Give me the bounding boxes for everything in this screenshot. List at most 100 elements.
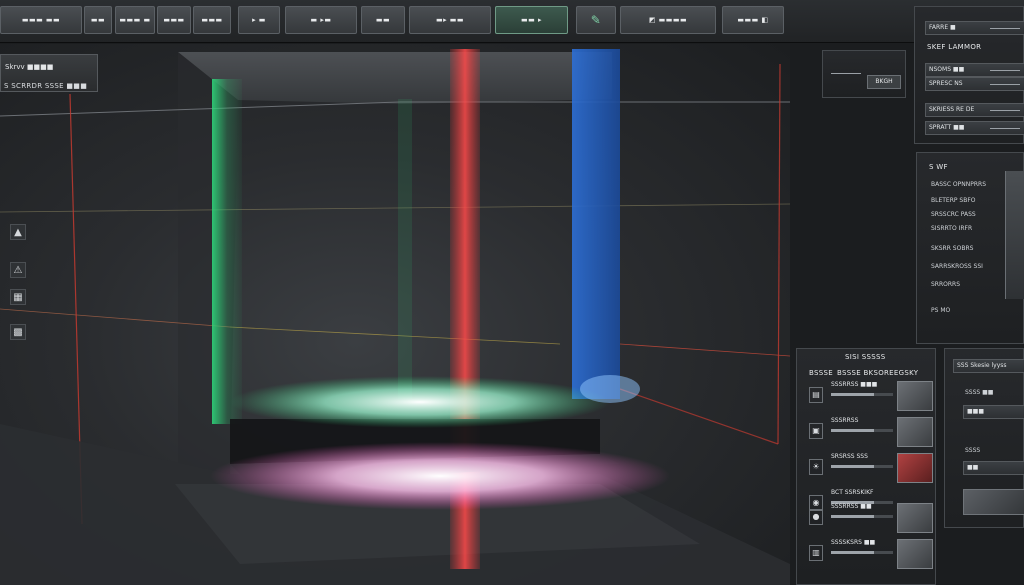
3d-viewport[interactable]: Skrvv ■■■■ S SCRRDR SSSE ■■■ ▲ ⚠ ▦ ▩	[0, 44, 790, 585]
layer-item[interactable]: BLETERP SBFO	[931, 197, 976, 204]
materials-header-right: BSSSE BKSOREEGSKY	[837, 369, 919, 377]
toolbar-button-label: ▬▸ ▬▬	[435, 16, 465, 24]
material-label: SSSRRSS ■■	[831, 503, 872, 510]
toolbar-button-label: ▸ ▬	[252, 16, 266, 24]
toolbar-button-label: ▬ ▸▬	[310, 16, 332, 24]
material-preview	[897, 381, 933, 411]
box-icon[interactable]: ▦	[10, 289, 26, 305]
blue-light-beam	[572, 49, 620, 399]
material-item[interactable]: ▤ SSSRRSS ■■■	[809, 379, 933, 413]
toolbar-button-7[interactable]: ▬ ▸▬	[285, 6, 357, 34]
property-label: SPRATT ■■	[929, 124, 965, 131]
toolbar-button-8[interactable]: ▬▬	[361, 6, 405, 34]
materials-header-left: BSSSE	[809, 369, 833, 377]
output-item[interactable]: SSSS	[965, 447, 980, 454]
toolbar-button-1[interactable]: ▬▬▬ ▬▬	[0, 6, 82, 34]
property-row[interactable]: SPRATT ■■	[925, 121, 1024, 135]
toolbar-button-10[interactable]: ▬▬ ▸	[495, 6, 568, 34]
green-light-beam	[212, 79, 242, 424]
property-label: SPRESC NS	[929, 80, 963, 87]
tool-glyph: ⚠	[13, 264, 23, 276]
output-value: ■■■	[967, 408, 985, 415]
properties-panel: FARRE ■ SKEF LAMMOR NSOMS ■■ SPRESC NS S…	[914, 6, 1024, 144]
toolbar-button-4[interactable]: ▬▬▬	[157, 6, 191, 34]
material-slider[interactable]	[831, 393, 893, 396]
output-item[interactable]: SSSS ■■	[965, 389, 993, 396]
grid-icon[interactable]: ▩	[10, 324, 26, 340]
sphere-icon: ●	[809, 509, 823, 525]
pink-glow	[210, 442, 670, 510]
render-preview-panel[interactable]: BKGH	[822, 50, 906, 98]
material-slider[interactable]	[831, 515, 893, 518]
layer-item[interactable]: SRSSCRC PASS	[931, 211, 976, 218]
tool-glyph: ▲	[14, 226, 22, 238]
material-label: SRSRSS SSS	[831, 453, 868, 460]
triangle-up-icon[interactable]: ▲	[10, 224, 26, 240]
toolbar-button-3[interactable]: ▬▬▬ ▬	[115, 6, 155, 34]
output-panel: SSS Skesie lyyss SSSS ■■ ■■■ SSSS ■■	[944, 348, 1024, 528]
toolbar-button-label: ▬▬▬ ▬▬	[21, 16, 61, 24]
toolbar-button-2[interactable]: ▬▬	[84, 6, 112, 34]
property-row[interactable]: SKRIESS RE DE	[925, 103, 1024, 117]
viewport-title: S SCRRDR SSSE ■■■	[4, 82, 88, 90]
material-item[interactable]: ☀ SRSRSS SSS	[809, 451, 933, 485]
material-preview	[897, 503, 933, 533]
render-preview-label: BKGH	[867, 75, 901, 89]
layer-item[interactable]: SRRORRS	[931, 281, 960, 288]
material-label: SSSRRSS	[831, 417, 859, 424]
toolbar-button-13[interactable]: ▬▬▬ ◧	[722, 6, 784, 34]
view-label: Skrvv ■■■■	[5, 63, 54, 71]
layer-item[interactable]: BASSC OPNNPRRS	[931, 181, 986, 188]
property-label: NSOMS ■■	[929, 66, 965, 73]
warning-icon[interactable]: ⚠	[10, 262, 26, 278]
output-row[interactable]: SSS Skesie lyyss	[953, 359, 1024, 373]
property-row[interactable]: FARRE ■	[925, 21, 1024, 35]
cube-icon: ▣	[809, 423, 823, 439]
toolbar-button-label: ▬▬	[90, 16, 106, 24]
toolbar-button-label: ◩ ▬▬▬▬	[648, 16, 688, 24]
toolbar-button-6[interactable]: ▸ ▬	[238, 6, 280, 34]
material-preview	[897, 539, 933, 569]
layer-item[interactable]: SKSRR SOBRS	[931, 245, 973, 252]
materials-title: SISI SSSSS	[845, 353, 886, 361]
layers-panel: S WF BASSC OPNNPRRS BLETERP SBFO SRSSCRC…	[916, 152, 1024, 344]
green-glow	[230, 376, 610, 428]
toolbar-button-label: ▬▬	[375, 16, 391, 24]
material-item[interactable]: ▣ SSSRRSS	[809, 415, 933, 449]
toolbar-button-5[interactable]: ▬▬▬	[193, 6, 231, 34]
layer-item[interactable]: PS MO	[931, 307, 950, 314]
toolbar-button-label: ▬▬ ▸	[521, 16, 542, 24]
toolbar-button-11[interactable]: ✎	[576, 6, 616, 34]
material-slider[interactable]	[831, 465, 893, 468]
material-slider[interactable]	[831, 551, 893, 554]
material-preview	[897, 453, 933, 483]
material-slider[interactable]	[831, 429, 893, 432]
material-label: BCT SSRSKIKF	[831, 489, 874, 496]
output-row[interactable]: ■■■	[963, 405, 1024, 419]
texture-icon: ▥	[809, 545, 823, 561]
toolbar-button-label: ▬▬▬	[163, 16, 185, 24]
toolbar-button-label: ▬▬▬ ▬	[119, 16, 151, 24]
toolbar-button-label: ▬▬▬	[201, 16, 223, 24]
materials-panel: SISI SSSSS BSSSE BSSSE BKSOREEGSKY ▤ SSS…	[796, 348, 936, 585]
output-preview	[963, 489, 1024, 515]
output-value: ■■	[967, 464, 979, 471]
output-row[interactable]: ■■	[963, 461, 1024, 475]
file-icon: ▤	[809, 387, 823, 403]
tool-glyph: ▩	[13, 326, 23, 338]
layer-item[interactable]: SISRRTO IRFR	[931, 225, 972, 232]
material-preview	[897, 417, 933, 447]
layers-title: S WF	[929, 163, 948, 171]
toolbar-button-label: ▬▬▬ ◧	[737, 16, 769, 24]
property-row[interactable]: NSOMS ■■	[925, 63, 1024, 77]
material-item[interactable]: ● SSSRRSS ■■	[809, 501, 933, 535]
scene-render	[0, 49, 790, 585]
layers-scrollbar[interactable]	[1005, 171, 1024, 299]
layer-item[interactable]: SARRSKROSS SSI	[931, 263, 983, 270]
material-item[interactable]: ▥ SSSSKSRS ■■	[809, 537, 933, 571]
top-toolbar: ▬▬▬ ▬▬ ▬▬ ▬▬▬ ▬ ▬▬▬ ▬▬▬ ▸ ▬ ▬ ▸▬ ▬▬ ▬▸ ▬…	[0, 0, 1024, 43]
output-title: SSS Skesie lyyss	[957, 362, 1007, 369]
toolbar-button-12[interactable]: ◩ ▬▬▬▬	[620, 6, 716, 34]
toolbar-button-9[interactable]: ▬▸ ▬▬	[409, 6, 491, 34]
property-row[interactable]: SPRESC NS	[925, 77, 1024, 91]
